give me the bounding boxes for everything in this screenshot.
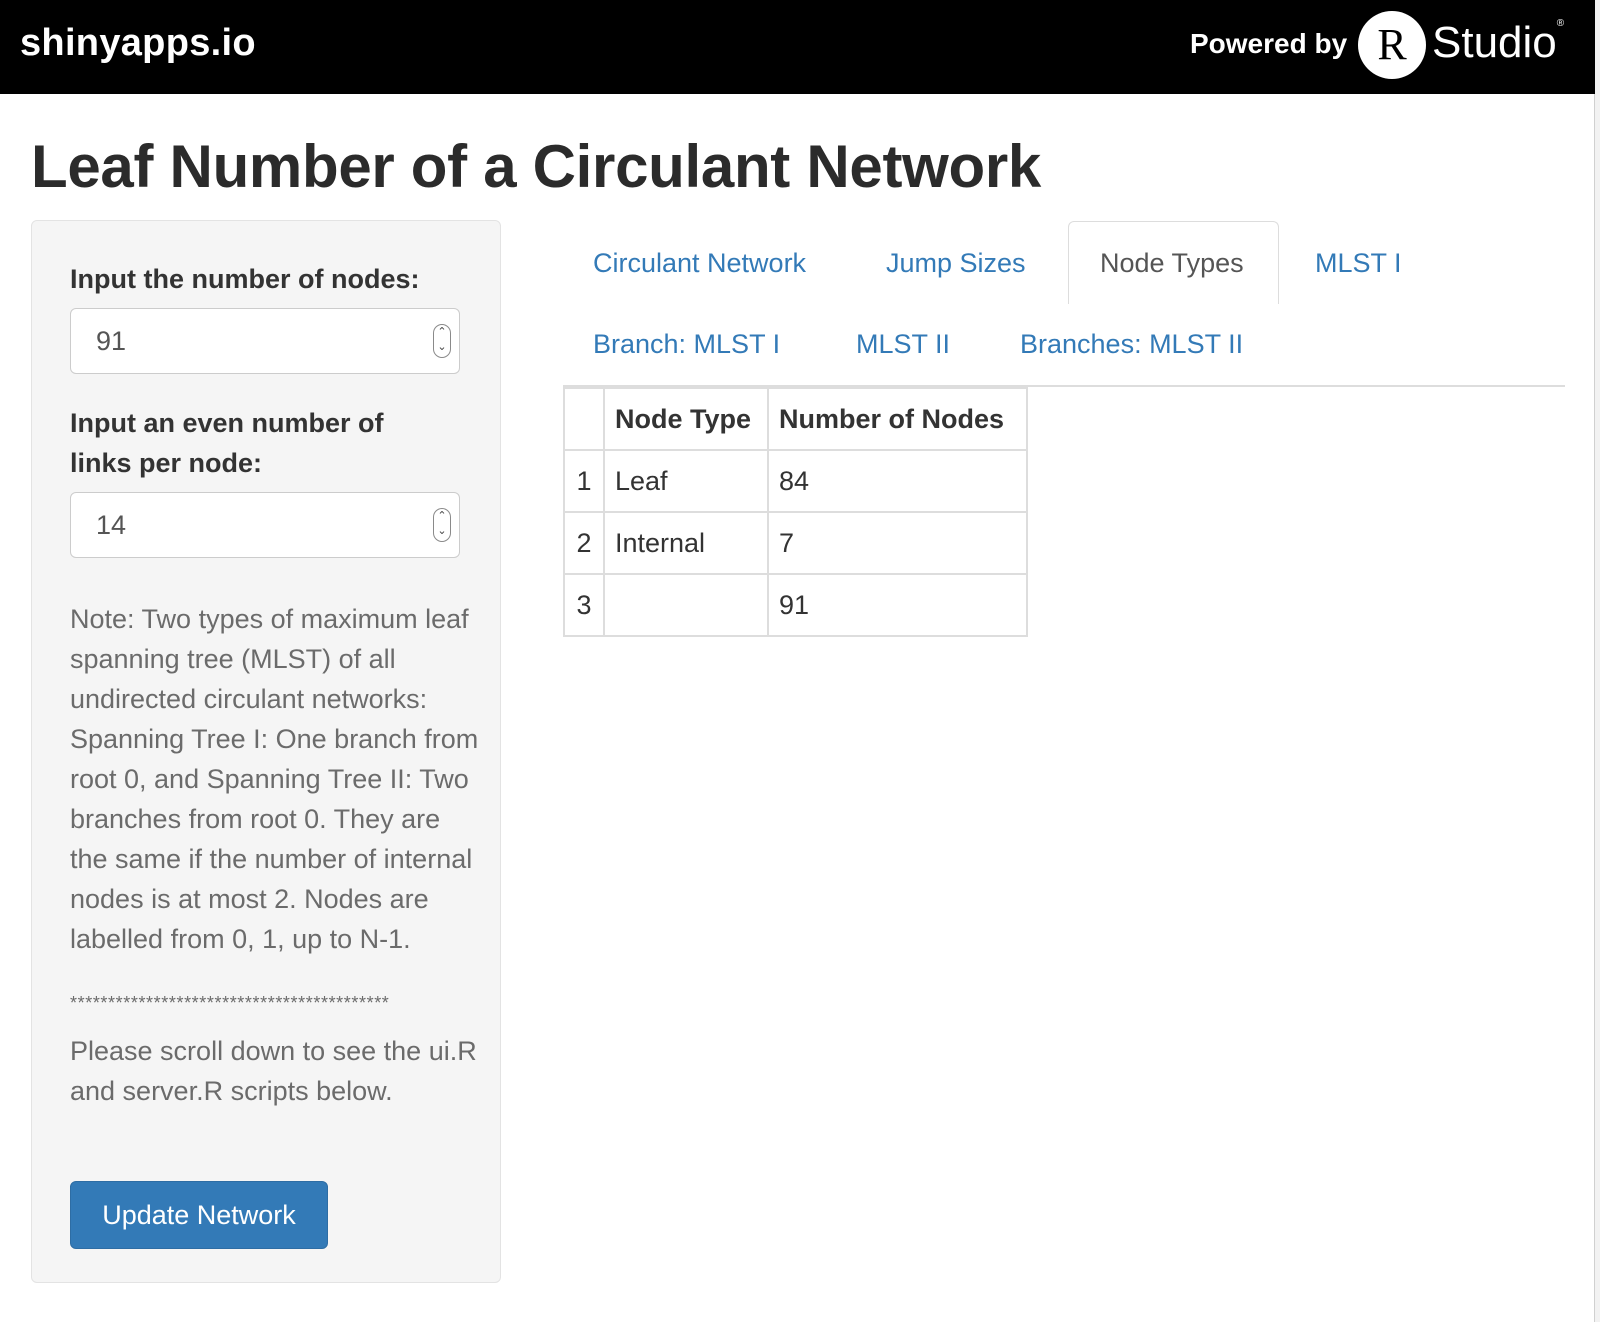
links-number-input[interactable]: 14 ⌃ ⌄ — [70, 492, 460, 558]
tab-mlst-ii[interactable]: MLST II — [856, 324, 950, 364]
column-header-index — [563, 387, 605, 451]
nodes-label: Input the number of nodes: — [70, 264, 420, 294]
column-header-node-type: Node Type — [603, 387, 769, 451]
table-row: 1 Leaf 84 — [563, 449, 1028, 513]
table-row: 2 Internal 7 — [563, 511, 1028, 575]
window-edge — [1595, 0, 1600, 1322]
nodes-input-value: 91 — [96, 326, 127, 356]
row-index: 1 — [563, 449, 605, 513]
tab-node-types[interactable]: Node Types — [1068, 221, 1279, 304]
separator-stars: ****************************************… — [70, 993, 390, 1013]
page-title: Leaf Number of a Circulant Network — [31, 133, 1041, 200]
node-type-cell: Internal — [603, 511, 769, 575]
tab-branch-mlst-i[interactable]: Branch: MLST I — [593, 324, 780, 364]
links-input-value: 14 — [96, 510, 127, 540]
top-bar: shinyapps.io Powered by R Studio® — [0, 0, 1595, 94]
update-network-button[interactable]: Update Network — [70, 1181, 328, 1249]
nodes-number-input[interactable]: 91 ⌃ ⌄ — [70, 308, 460, 374]
rstudio-logo-text[interactable]: Studio® — [1432, 18, 1564, 68]
powered-by-text: Powered by — [1190, 28, 1348, 59]
table-row: 3 91 — [563, 573, 1028, 637]
links-label: Input an even number of links per node: — [70, 408, 384, 478]
sidebar-panel: Input the number of nodes: 91 ⌃ ⌄ Input a… — [31, 220, 501, 1283]
tab-node-types-label: Node Types — [1100, 248, 1244, 278]
tab-branches-mlst-ii[interactable]: Branches: MLST II — [1020, 324, 1243, 364]
rstudio-studio-text: Studio — [1432, 18, 1557, 67]
count-cell: 84 — [767, 449, 1028, 513]
table-header-row: Node Type Number of Nodes — [563, 387, 1028, 451]
tab-jump-sizes[interactable]: Jump Sizes — [886, 243, 1026, 283]
node-types-table: Node Type Number of Nodes 1 Leaf 84 2 In… — [563, 387, 1028, 637]
registered-mark: ® — [1556, 18, 1565, 29]
app-window: shinyapps.io Powered by R Studio® Leaf N… — [0, 0, 1595, 1322]
scroll-note: Please scroll down to see the ui.R and s… — [70, 1036, 477, 1106]
links-spinner-icon[interactable]: ⌃ ⌄ — [433, 508, 451, 542]
nodes-spinner-icon[interactable]: ⌃ ⌄ — [433, 324, 451, 358]
mlst-note: Note: Two types of maximum leaf spanning… — [70, 604, 479, 954]
count-cell: 7 — [767, 511, 1028, 575]
tab-circulant-network[interactable]: Circulant Network — [593, 243, 806, 283]
node-type-cell: Leaf — [603, 449, 769, 513]
tab-mlst-i[interactable]: MLST I — [1315, 243, 1402, 283]
rstudio-r-icon[interactable]: R — [1358, 11, 1426, 79]
brand-logo[interactable]: shinyapps.io — [20, 22, 256, 65]
row-index: 2 — [563, 511, 605, 575]
column-header-number-of-nodes: Number of Nodes — [767, 387, 1028, 451]
count-cell: 91 — [767, 573, 1028, 637]
node-type-cell — [603, 573, 769, 637]
row-index: 3 — [563, 573, 605, 637]
